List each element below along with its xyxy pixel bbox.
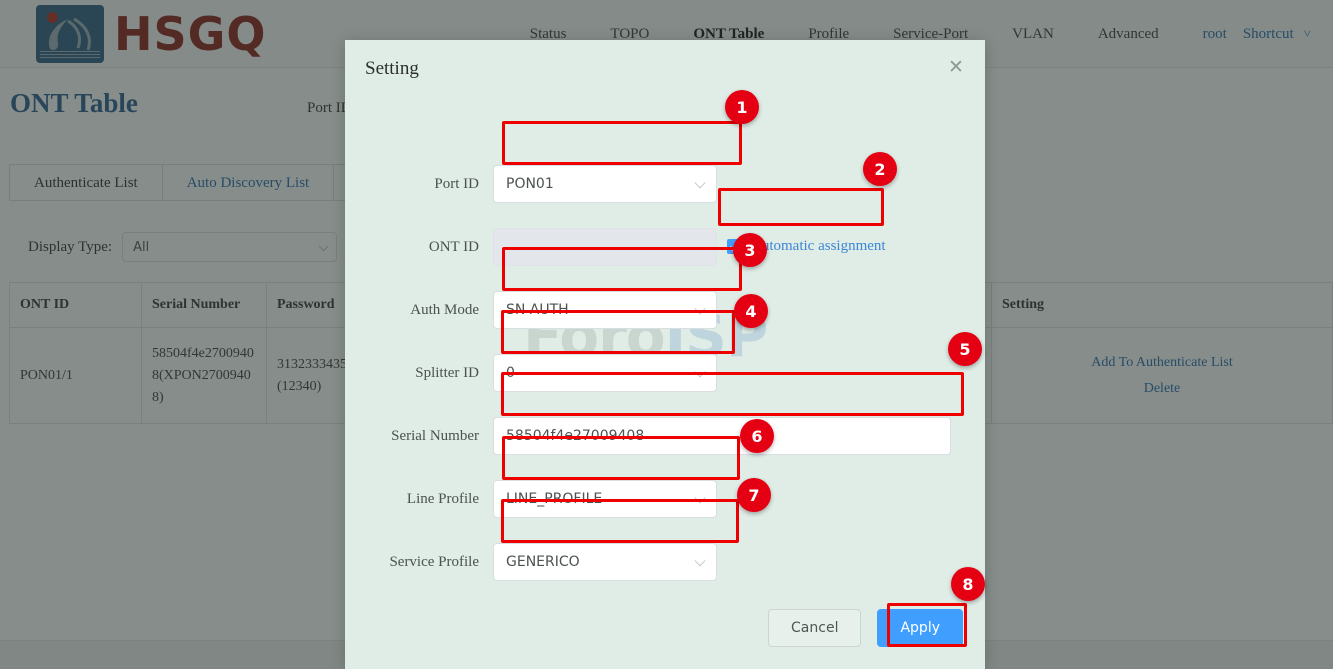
close-icon[interactable]: ✕: [945, 56, 967, 78]
auth-mode-value: SN AUTH: [506, 302, 569, 318]
row-splitter-id: Splitter ID 0: [345, 353, 985, 393]
chevron-down-icon: [694, 555, 706, 567]
chevron-down-icon: [694, 492, 706, 504]
dialog-title: Setting: [365, 58, 419, 79]
chevron-down-icon: [694, 177, 706, 189]
auth-mode-select[interactable]: SN AUTH: [493, 291, 717, 329]
annotation-badge-5: 5: [948, 332, 982, 366]
annotation-badge-6: 6: [740, 419, 774, 453]
annotation-badge-7: 7: [737, 478, 771, 512]
annotation-badge-2: 2: [863, 152, 897, 186]
row-serial-number: Serial Number 58504f4e27009408: [345, 416, 985, 456]
annotation-badge-4: 4: [734, 294, 768, 328]
ont-id-label: ONT ID: [428, 238, 479, 255]
auth-mode-label: Auth Mode: [410, 301, 479, 318]
setting-dialog: Setting ✕ ForoISP Port ID PON01 ONT ID A…: [345, 40, 985, 669]
dialog-actions: Cancel Apply: [768, 609, 963, 647]
port-id-value: PON01: [506, 176, 554, 192]
cancel-button[interactable]: Cancel: [768, 609, 862, 647]
serial-number-value: 58504f4e27009408: [506, 428, 645, 444]
serial-number-input[interactable]: 58504f4e27009408: [493, 417, 951, 455]
chevron-down-icon: [694, 366, 706, 378]
splitter-id-label: Splitter ID: [415, 364, 479, 381]
ont-id-input[interactable]: [493, 228, 717, 266]
service-profile-label: Service Profile: [389, 553, 479, 570]
row-line-profile: Line Profile LINE_PROFILE: [345, 479, 985, 519]
line-profile-label: Line Profile: [406, 490, 479, 507]
row-service-profile: Service Profile GENERICO: [345, 542, 985, 582]
port-id-label: Port ID: [434, 175, 479, 192]
row-auth-mode: Auth Mode SN AUTH: [345, 290, 985, 330]
annotation-badge-1: 1: [725, 90, 759, 124]
apply-button[interactable]: Apply: [877, 609, 963, 647]
service-profile-value: GENERICO: [506, 554, 580, 570]
annotation-badge-8: 8: [951, 567, 985, 601]
port-id-select[interactable]: PON01: [493, 165, 717, 203]
automatic-assignment-label: Automatic assignment: [751, 238, 886, 254]
serial-number-label: Serial Number: [391, 427, 479, 444]
annotation-badge-3: 3: [733, 233, 767, 267]
splitter-id-select[interactable]: 0: [493, 354, 717, 392]
service-profile-select[interactable]: GENERICO: [493, 543, 717, 581]
line-profile-select[interactable]: LINE_PROFILE: [493, 480, 717, 518]
splitter-id-value: 0: [506, 365, 515, 381]
line-profile-value: LINE_PROFILE: [506, 491, 603, 507]
row-ont-id: ONT ID: [345, 227, 985, 267]
chevron-down-icon: [694, 303, 706, 315]
